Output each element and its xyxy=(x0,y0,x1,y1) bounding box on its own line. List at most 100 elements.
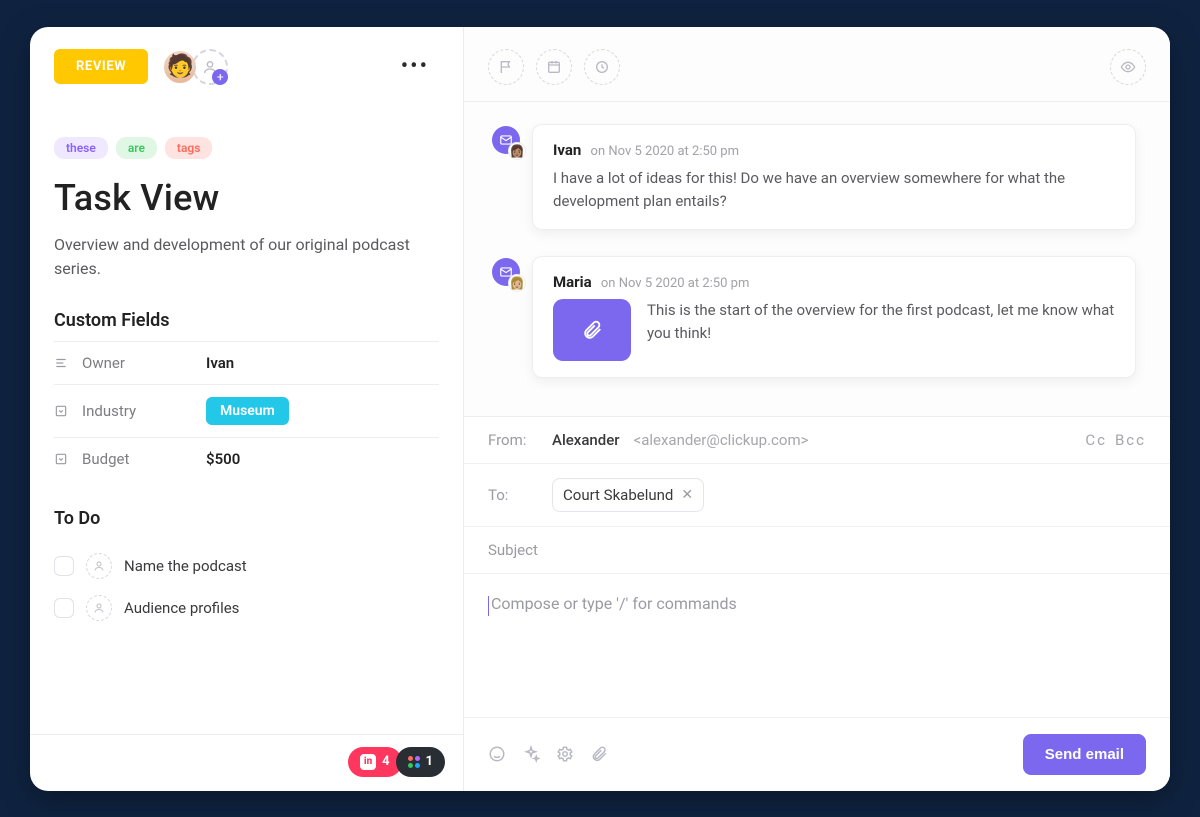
eye-icon xyxy=(1120,59,1136,75)
comment-body: I have a lot of ideas for this! Do we ha… xyxy=(553,167,1115,214)
assign-todo-button[interactable] xyxy=(86,553,112,579)
comment-body: This is the start of the overview for th… xyxy=(647,299,1115,346)
emoji-button[interactable] xyxy=(488,745,506,763)
tag[interactable]: are xyxy=(116,137,157,159)
assign-todo-button[interactable] xyxy=(86,595,112,621)
compose-toolbar: Send email xyxy=(464,717,1170,791)
to-row[interactable]: To: Court Skabelund ✕ xyxy=(464,464,1170,527)
figma-icon xyxy=(408,756,420,768)
assignee-cluster: + xyxy=(162,49,228,85)
attach-button[interactable] xyxy=(590,745,608,763)
smile-icon xyxy=(488,745,506,763)
text-caret xyxy=(488,596,489,616)
ai-button[interactable] xyxy=(522,745,540,763)
from-name[interactable]: Alexander xyxy=(552,431,620,449)
settings-button[interactable] xyxy=(556,745,574,763)
watchers-button[interactable] xyxy=(1110,49,1146,85)
checkbox[interactable] xyxy=(54,556,74,576)
sparkle-icon xyxy=(522,745,540,763)
comment-header: Maria on Nov 5 2020 at 2:50 pm xyxy=(553,273,1115,291)
clock-icon xyxy=(594,59,610,75)
comments-list: 👩🏽 Ivan on Nov 5 2020 at 2:50 pm I have … xyxy=(464,102,1170,416)
subject-placeholder: Subject xyxy=(488,541,538,559)
comment-source-badge: 👩🏼 xyxy=(492,258,520,286)
from-label: From: xyxy=(488,431,538,449)
recipient-chip[interactable]: Court Skabelund ✕ xyxy=(552,478,704,512)
task-window: REVIEW + ••• these are tags Task View Ov… xyxy=(30,27,1170,791)
paperclip-icon xyxy=(590,745,608,763)
remove-recipient-icon[interactable]: ✕ xyxy=(681,487,693,503)
invision-pill[interactable]: in 4 xyxy=(348,747,401,777)
comment-avatar: 👩🏽 xyxy=(508,142,526,160)
comment-card[interactable]: Ivan on Nov 5 2020 at 2:50 pm I have a l… xyxy=(532,124,1136,231)
left-header: REVIEW + ••• xyxy=(30,27,463,101)
calendar-icon xyxy=(546,59,562,75)
text-icon xyxy=(54,356,68,370)
right-pane: 👩🏽 Ivan on Nov 5 2020 at 2:50 pm I have … xyxy=(464,27,1170,791)
right-header xyxy=(464,27,1170,102)
todo-list: Name the podcast Audience profiles xyxy=(30,539,463,629)
tag[interactable]: these xyxy=(54,137,108,159)
priority-button[interactable] xyxy=(488,49,524,85)
custom-field-row: Industry Museum xyxy=(54,384,439,437)
more-menu-button[interactable]: ••• xyxy=(391,50,439,83)
flag-icon xyxy=(498,59,514,75)
status-button[interactable]: REVIEW xyxy=(54,49,148,84)
email-compose: From: Alexander <alexander@clickup.com> … xyxy=(464,416,1170,791)
comment-timestamp: on Nov 5 2020 at 2:50 pm xyxy=(591,144,739,159)
send-email-button[interactable]: Send email xyxy=(1023,734,1146,775)
due-date-button[interactable] xyxy=(536,49,572,85)
plus-badge-icon: + xyxy=(212,69,228,85)
custom-field-row: Budget $500 xyxy=(54,437,439,480)
tag[interactable]: tags xyxy=(165,137,212,159)
task-title[interactable]: Task View xyxy=(30,159,463,219)
gear-icon xyxy=(556,745,574,763)
comment-header: Ivan on Nov 5 2020 at 2:50 pm xyxy=(553,141,1115,159)
comment: 👩🏼 Maria on Nov 5 2020 at 2:50 pm This i… xyxy=(492,256,1136,378)
invision-icon: in xyxy=(360,754,376,770)
subject-input[interactable]: Subject xyxy=(464,527,1170,574)
person-outline-icon xyxy=(93,602,105,614)
recipient-name: Court Skabelund xyxy=(563,486,673,504)
left-footer: in 4 1 xyxy=(30,734,463,777)
body-placeholder: Compose or type '/' for commands xyxy=(491,594,737,613)
comment-source-badge: 👩🏽 xyxy=(492,126,520,154)
figma-pill[interactable]: 1 xyxy=(396,747,445,777)
custom-field-value[interactable]: Ivan xyxy=(206,354,234,372)
custom-fields-heading: Custom Fields xyxy=(30,282,463,341)
checkbox[interactable] xyxy=(54,598,74,618)
custom-field-row: Owner Ivan xyxy=(54,341,439,384)
add-assignee-button[interactable]: + xyxy=(192,49,228,85)
bcc-button[interactable]: Bcc xyxy=(1115,431,1146,449)
comment-avatar: 👩🏼 xyxy=(508,274,526,292)
comment: 👩🏽 Ivan on Nov 5 2020 at 2:50 pm I have … xyxy=(492,124,1136,231)
dropdown-icon xyxy=(54,452,68,466)
custom-field-label: Budget xyxy=(82,450,192,468)
custom-field-badge[interactable]: Museum xyxy=(206,397,289,425)
cc-button[interactable]: Cc xyxy=(1085,431,1107,449)
from-email: <alexander@clickup.com> xyxy=(634,431,809,449)
tags-row: these are tags xyxy=(30,137,463,159)
custom-field-label: Industry xyxy=(82,402,192,420)
to-label: To: xyxy=(488,486,538,504)
pill-count: 1 xyxy=(426,754,433,769)
todo-item[interactable]: Audience profiles xyxy=(54,587,439,629)
comment-author: Maria xyxy=(553,273,592,291)
pill-count: 4 xyxy=(382,754,389,769)
integration-pills: in 4 1 xyxy=(348,747,445,777)
email-body-input[interactable]: Compose or type '/' for commands xyxy=(464,574,1170,717)
custom-field-value[interactable]: $500 xyxy=(206,450,240,468)
comment-timestamp: on Nov 5 2020 at 2:50 pm xyxy=(601,276,749,291)
custom-field-label: Owner xyxy=(82,354,192,372)
left-pane: REVIEW + ••• these are tags Task View Ov… xyxy=(30,27,464,791)
task-description[interactable]: Overview and development of our original… xyxy=(30,219,463,283)
dropdown-icon xyxy=(54,404,68,418)
attachment-thumbnail[interactable] xyxy=(553,299,631,361)
todo-label: Name the podcast xyxy=(124,557,247,575)
comment-card[interactable]: Maria on Nov 5 2020 at 2:50 pm This is t… xyxy=(532,256,1136,378)
todo-item[interactable]: Name the podcast xyxy=(54,545,439,587)
comment-author: Ivan xyxy=(553,141,581,159)
person-outline-icon xyxy=(93,560,105,572)
todo-label: Audience profiles xyxy=(124,599,239,617)
time-tracking-button[interactable] xyxy=(584,49,620,85)
